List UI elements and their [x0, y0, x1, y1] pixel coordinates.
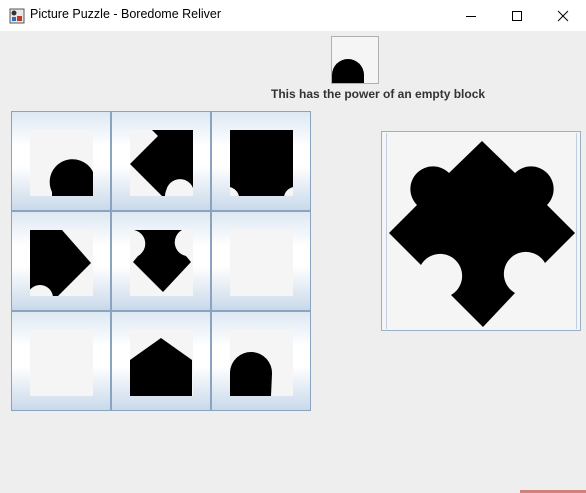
minimize-icon — [466, 15, 476, 17]
puzzle-tile-1[interactable] — [11, 111, 111, 211]
maximize-icon — [512, 10, 522, 21]
puzzle-tile-8[interactable] — [111, 311, 211, 411]
puzzle-piece-icon — [389, 141, 575, 327]
puzzle-tile-4[interactable] — [11, 211, 111, 311]
close-button[interactable] — [540, 0, 586, 31]
empty-block-caption: This has the power of an empty block — [271, 87, 486, 101]
title-bar: Picture Puzzle - Boredome Reliver — [0, 0, 586, 31]
circle-piece-icon — [332, 59, 364, 83]
diamond-piece-icon — [30, 230, 91, 296]
puzzle-tile-5[interactable] — [111, 211, 211, 311]
puzzle-tile-2[interactable] — [111, 111, 211, 211]
minimize-button[interactable] — [448, 0, 494, 31]
circle-piece-icon — [49, 159, 93, 196]
solution-preview — [381, 131, 581, 331]
empty-block-button[interactable] — [331, 36, 379, 84]
puzzle-grid — [11, 111, 311, 411]
puzzle-app-icon — [9, 8, 25, 24]
house-piece-icon — [130, 338, 192, 396]
puzzle-tile-6[interactable] — [211, 211, 311, 311]
square-piece-icon — [230, 130, 293, 196]
maximize-button[interactable] — [494, 0, 540, 31]
diamond-piece-icon — [133, 230, 191, 292]
puzzle-tile-9[interactable] — [211, 311, 311, 411]
window-title: Picture Puzzle - Boredome Reliver — [30, 7, 222, 21]
circle-piece-icon — [230, 351, 273, 396]
puzzle-tile-7[interactable] — [11, 311, 111, 411]
close-icon — [557, 10, 569, 21]
diamond-piece-icon — [130, 130, 193, 196]
puzzle-tile-3[interactable] — [211, 111, 311, 211]
